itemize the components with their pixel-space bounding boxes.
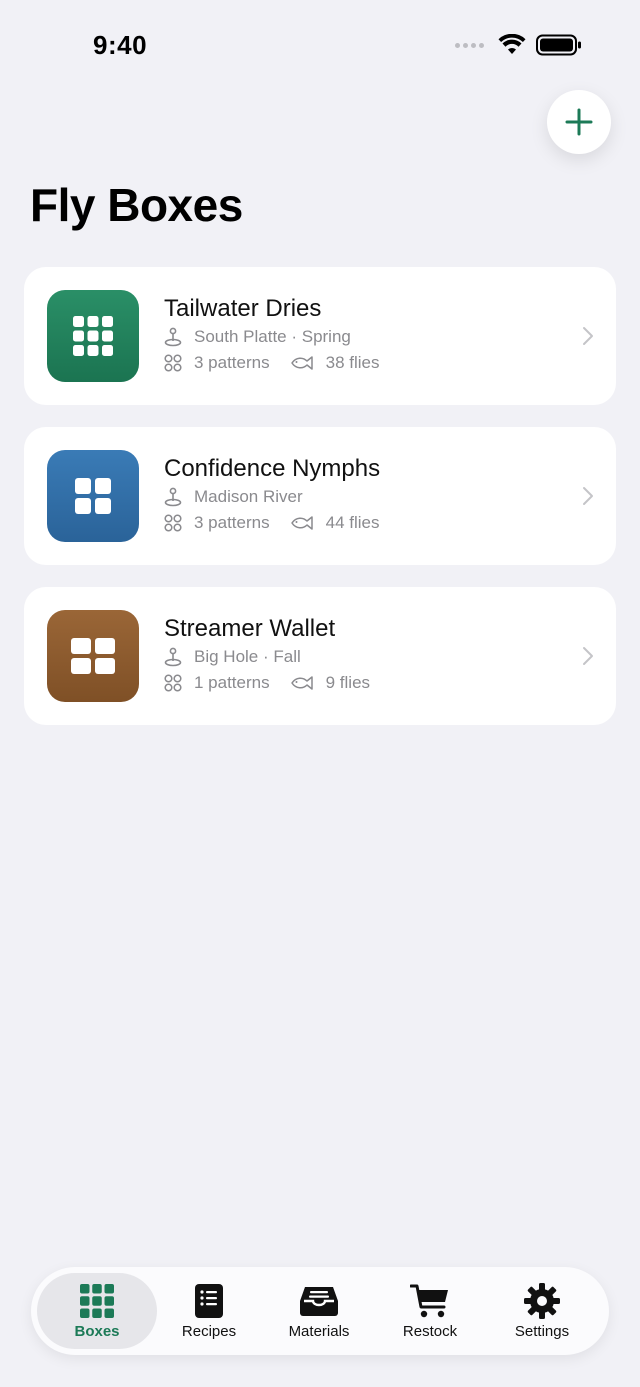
box-thumbnail [47, 610, 139, 702]
box-location: Big Hole · Fall [194, 647, 301, 666]
box-patterns: 3 patterns [194, 513, 270, 532]
grid-2x2-icon [75, 478, 111, 514]
map-pin-icon [164, 647, 182, 667]
chevron-right-icon [583, 487, 593, 505]
fish-icon [290, 356, 313, 370]
tab-settings[interactable]: Settings [482, 1273, 602, 1349]
box-counts-row: 1 patterns 9 flies [164, 670, 370, 696]
map-pin-icon [164, 487, 182, 507]
add-box-button[interactable] [547, 90, 611, 154]
tab-label: Materials [288, 1323, 350, 1340]
status-icons [455, 34, 582, 56]
box-card-confidence-nymphs[interactable]: Confidence Nymphs Madison River 3 patter… [24, 427, 616, 565]
box-thumbnail [47, 290, 139, 382]
box-thumbnail [47, 450, 139, 542]
cellular-signal-icon [455, 42, 484, 48]
box-flies: 44 flies [325, 513, 380, 532]
box-title: Tailwater Dries [164, 295, 322, 322]
fish-icon [290, 676, 313, 690]
tab-materials[interactable]: Materials [259, 1273, 379, 1349]
box-counts-row: 3 patterns 38 flies [164, 350, 379, 376]
grid-2x2-icon [71, 638, 115, 674]
patterns-icon [164, 354, 182, 372]
box-card-streamer-wallet[interactable]: Streamer Wallet Big Hole · Fall 1 patter… [24, 587, 616, 725]
box-location-row: Big Hole · Fall [164, 644, 370, 670]
status-time: 9:40 [93, 30, 148, 60]
patterns-icon [164, 674, 182, 692]
tray-icon [300, 1287, 338, 1316]
box-location: Madison River [194, 487, 303, 506]
box-flies: 9 flies [325, 673, 371, 692]
grid-3x3-icon [73, 316, 113, 356]
cart-icon [410, 1284, 448, 1318]
tab-label: Boxes [74, 1323, 120, 1340]
box-counts-row: 3 patterns 44 flies [164, 510, 380, 536]
grid-icon [80, 1284, 114, 1318]
page-title: Fly Boxes [30, 179, 243, 231]
box-location-row: Madison River [164, 484, 380, 510]
chevron-right-icon [583, 327, 593, 345]
status-bar: 9:40 [0, 0, 640, 90]
tab-restock[interactable]: Restock [370, 1273, 490, 1349]
box-location-row: South Platte · Spring [164, 324, 379, 350]
box-patterns: 1 patterns [194, 673, 270, 692]
fish-icon [290, 516, 313, 530]
gear-icon [524, 1283, 560, 1319]
patterns-icon [164, 514, 182, 532]
tab-bar: Boxes Recipes Materials Restock Settings [31, 1267, 609, 1355]
box-title: Streamer Wallet [164, 615, 336, 642]
box-info: Confidence Nymphs Madison River 3 patter… [164, 454, 380, 536]
box-info: Tailwater Dries South Platte · Spring 3 … [164, 294, 379, 376]
wifi-icon [498, 34, 526, 54]
tab-label: Restock [402, 1323, 458, 1340]
battery-icon [536, 34, 581, 56]
book-list-icon [195, 1284, 223, 1318]
map-pin-icon [164, 327, 182, 347]
tab-label: Settings [514, 1323, 570, 1340]
chevron-right-icon [583, 647, 593, 665]
box-info: Streamer Wallet Big Hole · Fall 1 patter… [164, 614, 370, 696]
box-patterns: 3 patterns [194, 353, 270, 372]
box-list: Tailwater Dries South Platte · Spring 3 … [24, 267, 616, 747]
box-card-tailwater-dries[interactable]: Tailwater Dries South Platte · Spring 3 … [24, 267, 616, 405]
box-flies: 38 flies [325, 353, 380, 372]
tab-boxes[interactable]: Boxes [37, 1273, 157, 1349]
plus-icon [565, 108, 593, 136]
tab-recipes[interactable]: Recipes [149, 1273, 269, 1349]
tab-label: Recipes [181, 1323, 237, 1340]
box-location: South Platte · Spring [194, 327, 351, 346]
box-title: Confidence Nymphs [164, 455, 381, 482]
